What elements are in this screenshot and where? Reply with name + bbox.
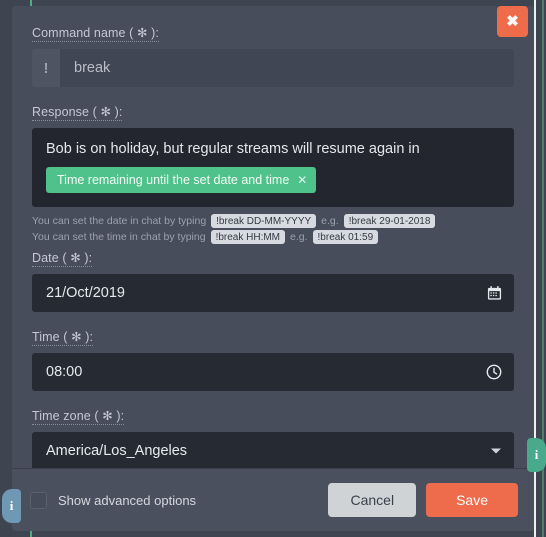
chevron-down-icon[interactable] (491, 448, 501, 454)
dialog-footer: Show advanced options Cancel Save (12, 469, 534, 531)
hint-date-prefix: You can set the date in chat by typing (32, 215, 207, 227)
cancel-button[interactable]: Cancel (328, 483, 417, 517)
response-text[interactable]: Bob is on holiday, but regular streams w… (46, 141, 500, 157)
hint-time-chip: !break HH:MM (210, 230, 286, 244)
hint-date-middle: e.g. (321, 215, 339, 227)
response-token-label: Time remaining until the set date and ti… (57, 173, 290, 187)
time-field-group: Time ( ✻ ): 08:00 (32, 328, 514, 391)
response-token-chip[interactable]: Time remaining until the set date and ti… (46, 167, 317, 193)
command-name-input[interactable]: ! break (32, 49, 514, 87)
info-tab-right[interactable]: i (527, 438, 546, 472)
hint-time-example-chip: !break 01:59 (312, 230, 379, 244)
time-label: Time ( ✻ ): (32, 330, 94, 346)
command-editor-dialog: ✖ Command name ( ✻ ): ! break Response (… (12, 6, 534, 531)
timezone-label: Time zone ( ✻ ): (32, 409, 125, 425)
clock-icon[interactable] (486, 364, 502, 380)
date-label: Date ( ✻ ): (32, 251, 93, 267)
info-tab-left[interactable]: i (2, 489, 21, 523)
timezone-field-group: Time zone ( ✻ ): America/Los_Angeles (32, 407, 514, 468)
save-button[interactable]: Save (426, 483, 518, 517)
calendar-icon[interactable] (487, 286, 502, 301)
time-value[interactable]: 08:00 (46, 364, 82, 380)
app-screen: ✖ Command name ( ✻ ): ! break Response (… (0, 0, 546, 537)
response-editor[interactable]: Bob is on holiday, but regular streams w… (32, 128, 514, 207)
date-field-group: Date ( ✻ ): 21/Oct/2019 (32, 249, 514, 312)
hint-time-prefix: You can set the time in chat by typing (32, 231, 206, 243)
command-name-value[interactable]: break (60, 49, 514, 87)
command-name-label: Command name ( ✻ ): (32, 26, 159, 42)
hint-date-chip: !break DD-MM-YYYY (211, 214, 317, 228)
hint-line-time: You can set the time in chat by typing !… (32, 230, 514, 244)
date-input[interactable]: 21/Oct/2019 (32, 274, 514, 312)
dialog-body: Command name ( ✻ ): ! break Response ( ✻… (12, 6, 534, 468)
time-input[interactable]: 08:00 (32, 353, 514, 391)
token-remove-icon[interactable]: ✕ (297, 173, 307, 187)
checkbox-advanced-options[interactable] (30, 491, 47, 509)
date-value[interactable]: 21/Oct/2019 (46, 285, 125, 301)
response-field-group: Response ( ✻ ): Bob is on holiday, but r… (32, 103, 514, 244)
advanced-options-label: Show advanced options (58, 492, 197, 508)
hint-time-middle: e.g. (290, 231, 308, 243)
close-icon[interactable]: ✖ (497, 6, 528, 37)
timezone-select[interactable]: America/Los_Angeles (32, 432, 514, 468)
command-name-field-group: Command name ( ✻ ): ! break (32, 24, 514, 87)
checkbox-row-advanced-options[interactable]: Show advanced options (30, 491, 197, 509)
command-prefix-icon: ! (32, 49, 60, 87)
hint-date-example-chip: !break 29-01-2018 (343, 214, 436, 228)
response-label: Response ( ✻ ): (32, 105, 123, 121)
hint-line-date: You can set the date in chat by typing !… (32, 214, 514, 228)
timezone-value: America/Los_Angeles (46, 443, 188, 459)
